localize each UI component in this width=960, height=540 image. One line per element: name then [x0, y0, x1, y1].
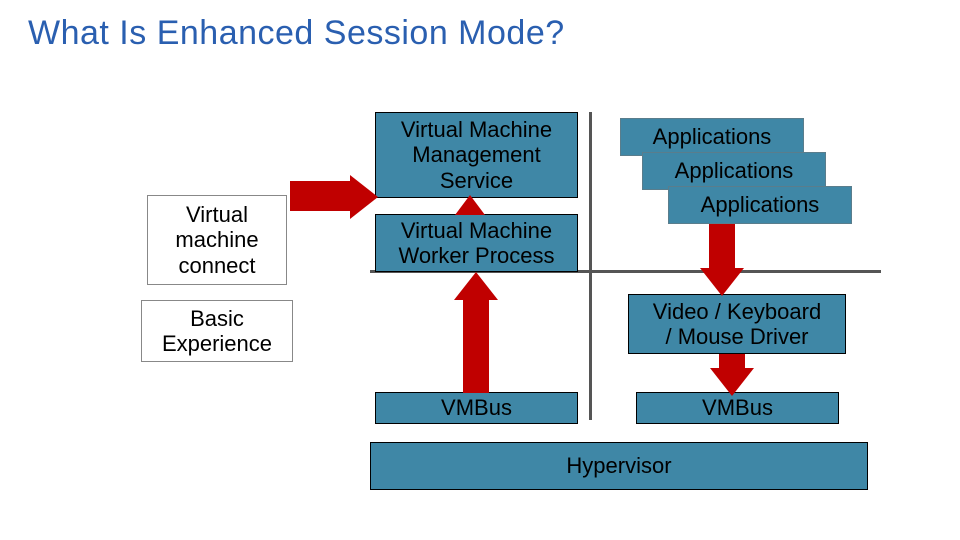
- box-applications-1: Applications: [620, 118, 804, 156]
- box-vmbus-right: VMBus: [636, 392, 839, 424]
- box-vm-mgmt-service: Virtual Machine Management Service: [375, 112, 578, 198]
- box-vm-worker-process: Virtual Machine Worker Process: [375, 214, 578, 272]
- box-applications-2: Applications: [642, 152, 826, 190]
- slide-title: What Is Enhanced Session Mode?: [28, 14, 565, 53]
- box-hypervisor: Hypervisor: [370, 442, 868, 490]
- box-vm-connect: Virtual machine connect: [147, 195, 287, 285]
- box-applications-3: Applications: [668, 186, 852, 224]
- divider-vertical: [589, 112, 592, 420]
- box-vkm-driver: Video / Keyboard / Mouse Driver: [628, 294, 846, 354]
- diagram-stage: What Is Enhanced Session Mode? Virtual m…: [0, 0, 960, 540]
- box-vmbus-left: VMBus: [375, 392, 578, 424]
- box-basic-experience: Basic Experience: [141, 300, 293, 362]
